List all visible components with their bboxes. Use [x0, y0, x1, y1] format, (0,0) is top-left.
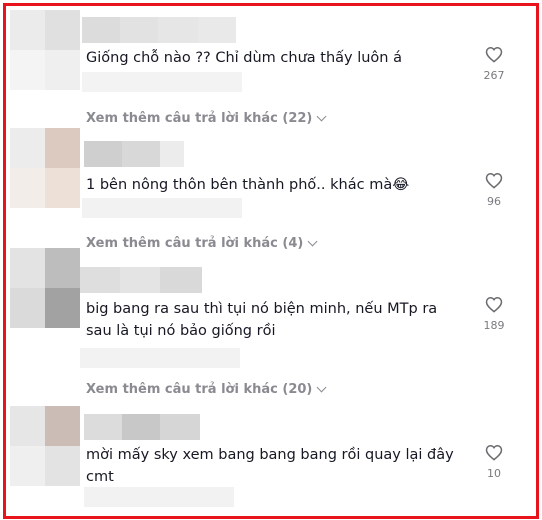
- view-more-replies-label: Xem thêm câu trả lời khác (4): [86, 236, 304, 251]
- username-redacted[interactable]: [82, 17, 236, 43]
- heart-outline-icon: [485, 172, 503, 189]
- like-button[interactable]: 189: [474, 296, 514, 332]
- chevron-down-icon: [307, 236, 318, 247]
- comment-meta-redacted: [82, 72, 242, 92]
- comment-text: big bang ra sau thì tụi nó biện minh, nế…: [86, 301, 438, 339]
- like-button[interactable]: 96: [474, 172, 514, 208]
- comment-meta-redacted: [82, 198, 242, 218]
- avatar[interactable]: [10, 248, 80, 328]
- username-redacted[interactable]: [84, 141, 184, 167]
- like-count: 10: [487, 467, 501, 480]
- view-more-replies-button[interactable]: Xem thêm câu trả lời khác (22): [86, 111, 327, 126]
- heart-outline-icon: [485, 444, 503, 461]
- comment-meta-redacted: [80, 348, 240, 368]
- like-count: 267: [483, 69, 505, 82]
- view-more-replies-button[interactable]: Xem thêm câu trả lời khác (20): [86, 382, 327, 397]
- like-button[interactable]: 267: [474, 46, 514, 82]
- avatar[interactable]: [10, 10, 80, 90]
- comment-text: mời mấy sky xem bang bang bang rồi quay …: [86, 447, 454, 485]
- heart-outline-icon: [485, 46, 503, 63]
- view-more-replies-label: Xem thêm câu trả lời khác (22): [86, 111, 313, 126]
- chevron-down-icon: [316, 111, 327, 122]
- screenshot-frame: Giống chỗ nào ?? Chỉ dùm chưa thấy luôn …: [3, 3, 539, 519]
- like-count: 96: [487, 195, 501, 208]
- username-redacted[interactable]: [80, 267, 202, 293]
- view-more-replies-button[interactable]: Xem thêm câu trả lời khác (4): [86, 236, 318, 251]
- heart-outline-icon: [485, 296, 503, 313]
- chevron-down-icon: [316, 382, 327, 393]
- avatar[interactable]: [10, 406, 80, 486]
- like-count: 189: [483, 319, 505, 332]
- view-more-replies-label: Xem thêm câu trả lời khác (20): [86, 382, 313, 397]
- like-button[interactable]: 10: [474, 444, 514, 480]
- avatar[interactable]: [10, 128, 80, 208]
- comment-text: Giống chỗ nào ?? Chỉ dùm chưa thấy luôn …: [86, 50, 402, 66]
- comment-text: 1 bên nông thôn bên thành phố.. khác mà😂: [86, 177, 410, 193]
- comment-meta-redacted: [84, 487, 234, 507]
- username-redacted[interactable]: [84, 414, 200, 440]
